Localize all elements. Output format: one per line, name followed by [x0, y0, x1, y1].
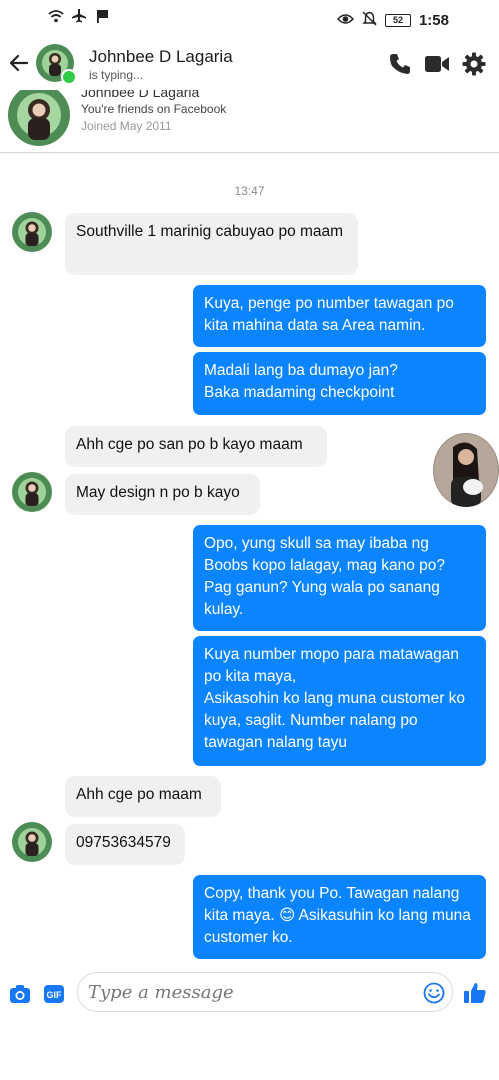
phone-icon[interactable] [388, 52, 412, 76]
incoming-message[interactable]: May design n po b kayo [65, 474, 260, 515]
profile-name: Johnbee D Lagaria [81, 90, 200, 100]
typing-status: is typing... [89, 68, 144, 82]
wifi-icon [48, 10, 71, 27]
svg-text:GIF: GIF [47, 990, 63, 1000]
incoming-message[interactable]: Southville 1 marinig cabuyao po maam [65, 213, 358, 275]
sender-avatar[interactable] [12, 212, 52, 252]
message-input-placeholder: Type a message [88, 982, 234, 1003]
chat-timestamp: 13:47 [234, 184, 265, 198]
online-indicator [61, 69, 77, 85]
battery-indicator: 52 [384, 14, 411, 27]
airplane-icon [71, 9, 94, 27]
contact-name[interactable]: Johnbee D Lagaria [89, 47, 233, 67]
back-arrow-icon[interactable] [7, 51, 31, 75]
joined-line: Joined May 2011 [81, 119, 172, 133]
gif-icon[interactable]: GIF [44, 985, 64, 1008]
incoming-message[interactable]: 09753634579 [65, 824, 185, 865]
status-right-icons: 52 1:58 [336, 11, 449, 30]
settings-gear-icon[interactable] [462, 52, 486, 76]
incoming-message[interactable]: Ahh cge po san po b kayo maam [65, 426, 327, 467]
sender-avatar[interactable] [12, 822, 52, 862]
message-composer: GIF Type a message [0, 966, 499, 1022]
mute-icon [362, 11, 377, 30]
profile-summary: Johnbee D Lagaria You're friends on Face… [0, 90, 499, 153]
outgoing-message[interactable]: Kuya, penge po number tawagan po kita ma… [193, 285, 486, 347]
emoji-icon[interactable] [423, 982, 445, 1009]
incoming-message[interactable]: Ahh cge po maam [65, 776, 221, 817]
read-receipt-avatar [433, 433, 499, 507]
outgoing-message[interactable]: Kuya number mopo para matawagan po kita … [193, 636, 486, 766]
camera-icon[interactable] [9, 984, 31, 1009]
chat-header: Johnbee D Lagaria is typing... [0, 38, 499, 91]
thumbs-up-icon[interactable] [463, 981, 487, 1010]
message-input[interactable]: Type a message [77, 972, 453, 1012]
outgoing-message[interactable]: Copy, thank you Po. Tawagan nalang kita … [193, 875, 486, 959]
outgoing-message[interactable]: Opo, yung skull sa may ibaba ng Boobs ko… [193, 525, 486, 631]
eye-icon [336, 12, 354, 29]
status-left-icons [48, 9, 109, 28]
video-call-icon[interactable] [424, 52, 449, 76]
friends-line: You're friends on Facebook [81, 102, 227, 116]
status-bar: 52 1:58 [0, 0, 499, 38]
sender-avatar[interactable] [12, 472, 52, 512]
clock: 1:58 [418, 12, 449, 29]
outgoing-message[interactable]: Madali lang ba dumayo jan? Baka madaming… [193, 352, 486, 415]
profile-avatar[interactable] [8, 90, 70, 146]
flag-icon [95, 10, 109, 27]
